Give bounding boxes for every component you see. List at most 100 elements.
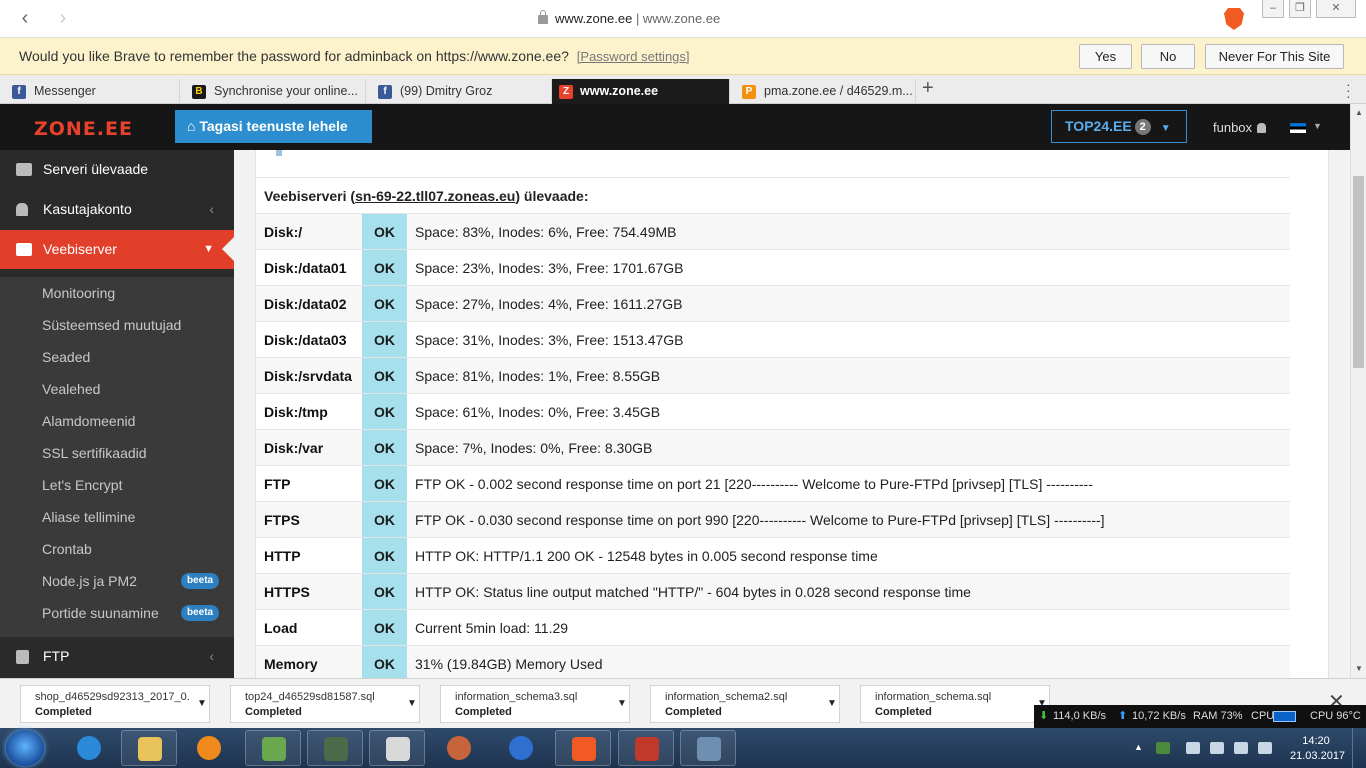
zone-logo[interactable]: ZONE.EE: [34, 118, 133, 140]
show-desktop-button[interactable]: [1352, 728, 1366, 768]
sidebar-item-lets-encrypt[interactable]: Let's Encrypt: [0, 469, 234, 501]
top24-dropdown[interactable]: TOP24.EE 2 ▼: [1051, 110, 1187, 143]
download-arrow-icon: ⬇: [1039, 710, 1049, 722]
firewall-icon[interactable]: [431, 730, 487, 766]
scroll-down-icon[interactable]: ▼: [1355, 664, 1363, 673]
new-tab-plus-icon[interactable]: +: [922, 77, 934, 100]
tab-phpmyadmin[interactable]: P pma.zone.ee / d46529.m...: [730, 79, 916, 104]
media-player-icon[interactable]: [181, 730, 237, 766]
sidebar-item-account[interactable]: Kasutajakonto ‹: [0, 190, 234, 229]
sidebar-item-server-overview[interactable]: Serveri ülevaade: [0, 150, 234, 189]
back-to-services-button[interactable]: ⌂ Tagasi teenuste lehele: [175, 110, 372, 143]
chevron-left-icon: ‹: [209, 648, 214, 664]
tab-menu-icon[interactable]: · · ·: [1346, 77, 1351, 103]
brave-icon[interactable]: [555, 730, 611, 766]
tab-synchronise[interactable]: B Synchronise your online...: [180, 79, 366, 104]
password-no-button[interactable]: No: [1141, 44, 1195, 69]
cpu-graph-icon: [1273, 711, 1296, 722]
beta-badge: beeta: [181, 605, 220, 621]
status-badge: OK: [362, 358, 407, 394]
status-badge: OK: [362, 394, 407, 430]
back-arrow-icon[interactable]: ‹: [14, 8, 36, 30]
status-badge: OK: [362, 610, 407, 646]
tray-expand-icon[interactable]: ▲: [1134, 742, 1143, 752]
overview-panel: Veebiserveri (sn-69-22.tll07.zoneas.eu) …: [255, 150, 1329, 678]
tray-device-icon[interactable]: [1210, 742, 1224, 754]
sidebar-item-ssl[interactable]: SSL sertifikaadid: [0, 437, 234, 469]
caret-down-icon[interactable]: ▼: [617, 698, 627, 709]
forward-arrow-icon[interactable]: ›: [52, 8, 74, 30]
sidebar-item-webserver[interactable]: Veebiserver ▼: [0, 230, 234, 269]
caret-down-icon[interactable]: ▼: [827, 698, 837, 709]
sidebar-item-system-variables[interactable]: Süsteemsed muutujad: [0, 309, 234, 341]
sidebar-item-error-pages[interactable]: Vealehed: [0, 373, 234, 405]
sidebar-item-alias[interactable]: Aliase tellimine: [0, 501, 234, 533]
status-badge: OK: [362, 430, 407, 466]
ftp-icon: [16, 650, 29, 664]
notepad-icon[interactable]: [245, 730, 301, 766]
sidebar-item-nodejs[interactable]: Node.js ja PM2 beeta: [0, 565, 234, 597]
home-icon: ⌂: [187, 118, 200, 134]
caret-down-icon[interactable]: ▼: [407, 698, 417, 709]
download-item[interactable]: information_schema3.sql Completed ▼: [440, 685, 630, 723]
chevron-down-icon: ▼: [203, 243, 214, 255]
brave-shields-icon[interactable]: [1224, 8, 1244, 30]
scroll-up-icon[interactable]: ▲: [1355, 108, 1363, 117]
lock-icon: [538, 10, 548, 24]
password-settings-link[interactable]: [Password settings]: [577, 49, 690, 64]
estonian-flag-icon[interactable]: [1290, 123, 1306, 133]
ie-icon[interactable]: [61, 730, 117, 766]
terminal-icon[interactable]: [307, 730, 363, 766]
sidebar-item-crontab[interactable]: Crontab: [0, 533, 234, 565]
user-menu[interactable]: funbox: [1213, 120, 1267, 135]
scroll-thumb[interactable]: [1353, 176, 1364, 368]
sidebar-item-settings[interactable]: Seaded: [0, 341, 234, 373]
table-row: Disk:/var OK Space: 7%, Inodes: 0%, Free: …: [256, 429, 1290, 466]
tab-zone-ee[interactable]: Z www.zone.ee: [552, 79, 730, 104]
webserver-submenu: Monitooring Süsteemsed muutujad Seaded V…: [0, 277, 234, 637]
network-icon[interactable]: [1234, 742, 1248, 754]
table-row: HTTP OK HTTP OK: HTTP/1.1 200 OK - 12548 b…: [256, 537, 1290, 574]
browser-icon[interactable]: [493, 730, 549, 766]
page-scrollbar[interactable]: ▲ ▼: [1350, 104, 1366, 678]
address-bar[interactable]: www.zone.ee | www.zone.ee: [538, 10, 720, 26]
explorer-icon[interactable]: [121, 730, 177, 766]
password-yes-button[interactable]: Yes: [1079, 44, 1132, 69]
caret-down-icon[interactable]: ▼: [197, 698, 207, 709]
filezilla-icon[interactable]: [618, 730, 674, 766]
browser-titlebar: ‹ › www.zone.ee | www.zone.ee – ❐ ✕: [0, 0, 1366, 38]
minimize-button[interactable]: –: [1262, 0, 1284, 18]
sidebar-item-ftp[interactable]: FTP ‹: [0, 637, 234, 676]
download-item[interactable]: information_schema2.sql Completed ▼: [650, 685, 840, 723]
table-row: Disk:/data02 OK Space: 27%, Inodes: 4%, Fr…: [256, 285, 1290, 322]
table-row: FTP OK FTP OK - 0.002 second response time…: [256, 465, 1290, 502]
status-badge: OK: [362, 646, 407, 678]
sidebar-item-subdomains[interactable]: Alamdomeenid: [0, 405, 234, 437]
windows-start-button[interactable]: [6, 730, 44, 766]
language-chevron-down-icon[interactable]: ▼: [1313, 121, 1322, 131]
active-item-pointer: [222, 237, 234, 261]
table-row: Disk:/data03 OK Space: 31%, Inodes: 3%, Fr…: [256, 321, 1290, 358]
sidebar: Serveri ülevaade Kasutajakonto ‹ Veebise…: [0, 150, 234, 678]
table-row: HTTPS OK HTTP OK: Status line output match…: [256, 573, 1290, 610]
main-content: Veebiserveri (sn-69-22.tll07.zoneas.eu) …: [234, 150, 1350, 678]
top24-count-badge: 2: [1134, 119, 1151, 135]
site-header: ZONE.EE ⌂ Tagasi teenuste lehele TOP24.E…: [0, 104, 1350, 150]
maximize-button[interactable]: ❐: [1289, 0, 1311, 18]
download-item[interactable]: information_schema.sql Completed ▼: [860, 685, 1050, 723]
close-window-button[interactable]: ✕: [1316, 0, 1356, 18]
download-item[interactable]: top24_d46529sd81587.sql Completed ▼: [230, 685, 420, 723]
tab-dmitry-groz[interactable]: f (99) Dmitry Groz: [366, 79, 552, 104]
password-never-button[interactable]: Never For This Site: [1205, 44, 1344, 69]
volume-icon[interactable]: [1258, 742, 1272, 754]
taskbar-clock[interactable]: 14:20 21.03.2017: [1290, 734, 1345, 764]
tray-flag-icon[interactable]: [1186, 742, 1200, 754]
server-link[interactable]: sn-69-22.tll07.zoneas.eu: [355, 188, 515, 204]
sidebar-item-monitoring[interactable]: Monitooring: [0, 277, 234, 309]
sidebar-item-port-forwarding[interactable]: Portide suunamine beeta: [0, 597, 234, 629]
download-item[interactable]: shop_d46529sd92313_2017_0... Completed ▼: [20, 685, 210, 723]
tray-app-icon[interactable]: [1156, 742, 1170, 754]
paint-icon[interactable]: [369, 730, 425, 766]
photo-viewer-icon[interactable]: [680, 730, 736, 766]
tab-messenger[interactable]: f Messenger: [0, 79, 180, 104]
